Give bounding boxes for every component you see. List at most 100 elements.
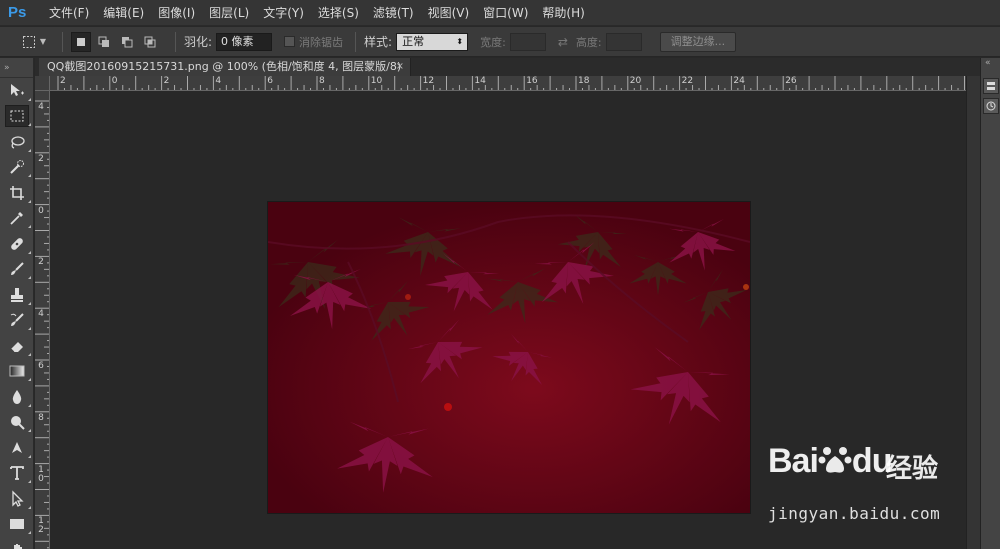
width-input xyxy=(509,32,546,51)
intersect-selection-icon xyxy=(144,36,156,47)
ruler-label: 8 xyxy=(319,76,325,86)
width-label: 宽度: xyxy=(480,35,506,49)
quick-select-icon xyxy=(10,160,24,174)
history-brush-icon xyxy=(10,313,24,327)
ruler-label: 1 2 xyxy=(38,516,44,536)
eyedropper-tool[interactable] xyxy=(0,206,34,232)
ruler-label: 4 xyxy=(38,309,44,320)
watermark-cn: 经验 xyxy=(886,454,939,484)
subtract-selection-icon xyxy=(122,36,133,47)
ruler-label: 2 xyxy=(38,257,44,268)
ruler-label: 4 xyxy=(215,76,222,86)
ruler-label: 2 xyxy=(38,153,44,164)
vertical-ruler[interactable]: 4 2 0 2 4 6 8 1 0 1 2 xyxy=(35,91,50,549)
pen-tool[interactable] xyxy=(0,435,34,461)
menu-item[interactable]: 视图(V) xyxy=(421,0,477,26)
rect-marquee-tool[interactable] xyxy=(0,104,34,130)
maple-leaves-image xyxy=(268,202,750,513)
healing-brush-tool[interactable] xyxy=(0,231,34,257)
ruler-label: 1 0 xyxy=(38,464,44,484)
eraser-tool[interactable] xyxy=(0,333,34,359)
ruler-label: 22 xyxy=(681,76,694,86)
rectangle-tool[interactable] xyxy=(0,512,34,538)
antialias-checkbox[interactable] xyxy=(284,36,296,47)
clone-stamp-tool[interactable] xyxy=(0,282,34,308)
paw-icon xyxy=(818,447,852,473)
crop-tool[interactable] xyxy=(0,180,34,206)
ruler-origin[interactable] xyxy=(35,76,50,91)
lasso-icon xyxy=(11,136,25,149)
ruler-label: 0 xyxy=(111,76,118,86)
vertical-scrollbar[interactable] xyxy=(966,76,980,549)
type-icon xyxy=(10,466,24,481)
rect-marquee-icon xyxy=(10,110,24,122)
divider xyxy=(175,31,176,52)
watermark-brand: Bai du xyxy=(768,442,892,480)
tool-preset-picker[interactable]: ▼ xyxy=(14,31,54,53)
height-label: 高度: xyxy=(575,35,602,49)
subtract-selection-button[interactable] xyxy=(117,32,137,52)
style-select[interactable]: 正常 ⬍ xyxy=(396,32,469,51)
feather-input[interactable]: 0 像素 xyxy=(216,32,273,51)
document-image[interactable] xyxy=(268,202,750,513)
watermark-url: jingyan.baidu.com xyxy=(768,504,941,523)
history-icon xyxy=(986,101,996,111)
double-chevron-icon[interactable]: « xyxy=(981,58,1000,74)
menu-item[interactable]: 编辑(E) xyxy=(96,0,151,26)
dodge-icon xyxy=(11,416,25,430)
feather-label: 羽化: xyxy=(184,35,213,49)
menu-item[interactable]: 选择(S) xyxy=(311,0,366,26)
document-tab[interactable]: QQ截图20160915215731.png @ 100% (色相/饱和度 4,… xyxy=(39,58,411,91)
menu-item[interactable]: 帮助(H) xyxy=(535,0,591,26)
blur-tool[interactable] xyxy=(0,384,34,410)
chevron-down-icon: ▼ xyxy=(39,37,47,46)
move-icon xyxy=(11,83,24,96)
close-icon[interactable]: × xyxy=(396,58,404,76)
divider xyxy=(62,31,63,52)
refine-edge-button[interactable]: 调整边缘... xyxy=(659,31,737,52)
ruler-label: 4 xyxy=(38,102,44,112)
new-selection-button[interactable] xyxy=(71,31,91,52)
history-panel-button[interactable] xyxy=(983,98,999,114)
lasso-tool[interactable] xyxy=(0,129,34,155)
history-brush-tool[interactable] xyxy=(0,308,34,334)
drop-icon xyxy=(12,389,22,404)
rectangle-icon xyxy=(10,519,24,530)
ruler-label: 8 xyxy=(38,412,44,423)
intersect-selection-button[interactable] xyxy=(140,32,160,52)
menu-item[interactable]: 图层(L) xyxy=(202,0,256,26)
ruler-ticks xyxy=(57,76,965,90)
ruler-label: 10 xyxy=(370,76,383,86)
options-bar: ▼ 羽化: 0 像素 消除锯齿 样式: 正常 ⬍ 宽度: ⇄ 高度: 调整边缘.… xyxy=(0,27,1000,57)
menu-item[interactable]: 图像(I) xyxy=(151,0,202,26)
swap-icon: ⇄ xyxy=(557,34,568,49)
menu-item[interactable]: 文字(Y) xyxy=(256,0,311,26)
toolbox-collapse[interactable]: » xyxy=(0,58,33,78)
ruler-label: 6 xyxy=(267,76,273,86)
hand-tool[interactable] xyxy=(0,537,34,549)
menu-item[interactable]: 文件(F) xyxy=(42,0,96,26)
ruler-label: 20 xyxy=(629,76,642,86)
layers-panel-button[interactable] xyxy=(983,78,999,94)
path-select-icon xyxy=(12,490,24,507)
menu-item[interactable]: 窗口(W) xyxy=(476,0,535,26)
brush-icon xyxy=(11,262,24,276)
ruler-label: 16 xyxy=(526,76,538,86)
move-tool[interactable] xyxy=(0,78,34,104)
path-select-tool[interactable] xyxy=(0,486,34,512)
updown-icon: ⬍ xyxy=(456,36,464,46)
rect-marquee-icon xyxy=(22,35,35,48)
bandage-icon xyxy=(11,237,23,250)
dodge-tool[interactable] xyxy=(0,410,34,436)
ruler-label: 2 xyxy=(163,76,170,86)
double-chevron-icon: » xyxy=(4,62,10,73)
type-tool[interactable] xyxy=(0,461,34,487)
horizontal-ruler[interactable]: 2 0 2 4 6 8 10 12 14 16 18 20 22 24 26 xyxy=(50,76,966,91)
menu-item[interactable]: 滤镜(T) xyxy=(366,0,421,26)
brush-tool[interactable] xyxy=(0,257,34,283)
ruler-label: 26 xyxy=(785,76,797,86)
add-selection-button[interactable] xyxy=(94,32,114,52)
quick-select-tool[interactable] xyxy=(0,155,34,181)
gradient-tool[interactable] xyxy=(0,359,34,385)
gradient-icon xyxy=(9,365,25,377)
